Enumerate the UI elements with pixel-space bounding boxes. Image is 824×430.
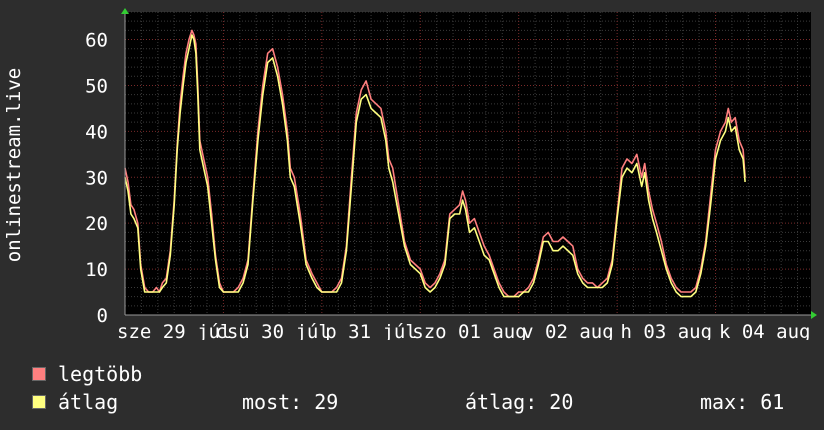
stat-average: átlag: 20: [465, 390, 574, 414]
y-axis-label: onlinestream.live: [3, 68, 25, 262]
x-tick-label: sze 29 júl: [117, 321, 231, 340]
legend-swatch: [32, 395, 46, 409]
x-tick-label: csü 30 júl: [215, 321, 329, 340]
y-tick-label: 30: [85, 167, 108, 189]
y-axis-arrow-icon: [121, 8, 129, 14]
x-tick-label: szo 01 aug: [412, 321, 526, 340]
legend-item-max: legtöbb: [32, 362, 143, 386]
legend-swatch: [32, 367, 46, 381]
stat-now: most: 29: [242, 390, 339, 414]
chart: 0 10 20 30 40 50 60 sze 29 júlcsü 30 júlp 31 j…: [3, 8, 817, 340]
x-tick-label: h 03 aug: [621, 321, 713, 340]
x-tick-label: p 31 júl: [325, 321, 417, 340]
y-axis-ticks: 0 10 20 30 40 50 60: [85, 30, 108, 327]
x-tick-label: v 02 aug: [522, 321, 614, 340]
legend-label: átlag: [58, 390, 119, 414]
legend-item-avg: átlag: [32, 390, 119, 414]
y-tick-label: 0: [97, 305, 108, 327]
x-tick-label: k 04 aug: [719, 321, 811, 340]
legend-label: legtöbb: [58, 362, 143, 386]
y-tick-label: 10: [85, 259, 108, 281]
stat-max: max: 61: [700, 390, 785, 414]
x-axis-ticks: sze 29 júlcsü 30 júlp 31 júlszo 01 augv …: [117, 321, 810, 340]
y-tick-label: 60: [85, 30, 108, 52]
y-tick-label: 50: [85, 75, 108, 97]
y-tick-label: 40: [85, 121, 108, 143]
y-tick-label: 20: [85, 213, 108, 235]
x-axis-arrow-icon: [811, 311, 817, 319]
